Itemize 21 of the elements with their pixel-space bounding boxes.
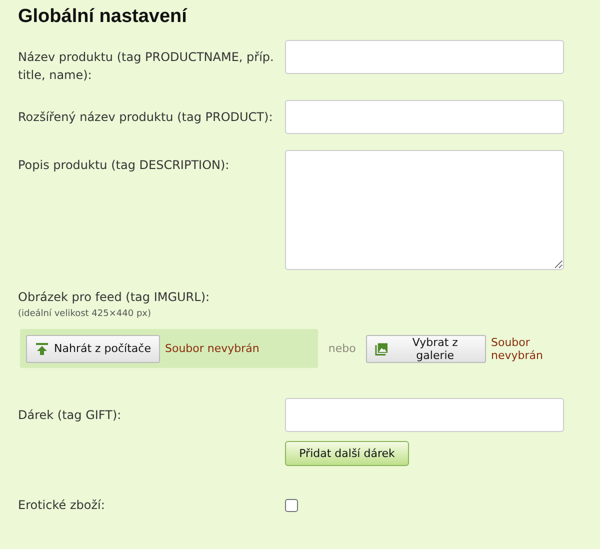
text-input[interactable] — [285, 100, 564, 134]
text-input[interactable] — [285, 40, 564, 74]
textarea-field[interactable] — [285, 150, 564, 270]
file-status: Soubor nevybrán — [164, 342, 260, 355]
image-icon — [374, 342, 388, 356]
checkbox[interactable] — [285, 498, 298, 512]
size-hint: (ideální velikost 425×440 px) — [18, 309, 152, 319]
gallery-button[interactable]: Vybrat z galerie — [366, 334, 486, 362]
separator-text: nebo — [328, 342, 356, 355]
field-label: Erotické zboží: — [18, 497, 106, 514]
text-input[interactable] — [285, 398, 564, 432]
upload-icon — [35, 342, 49, 356]
field-label: Název produktu (tag PRODUCTNAME, příp. title, name): — [18, 49, 275, 84]
section-title: Globální nastavení — [18, 6, 188, 28]
field-label: Obrázek pro feed (tag IMGURL): — [18, 289, 211, 306]
file-status: Soubor nevybrán — [490, 336, 544, 362]
upload-button[interactable]: Nahrát z počítače — [26, 334, 160, 362]
field-label: Popis produktu (tag DESCRIPTION): — [18, 157, 230, 174]
field-label: Dárek (tag GIFT): — [18, 407, 122, 424]
add-gift-button[interactable]: Přidat další dárek — [285, 441, 409, 466]
field-label: Rozšířený název produktu (tag PRODUCT): — [18, 109, 274, 126]
